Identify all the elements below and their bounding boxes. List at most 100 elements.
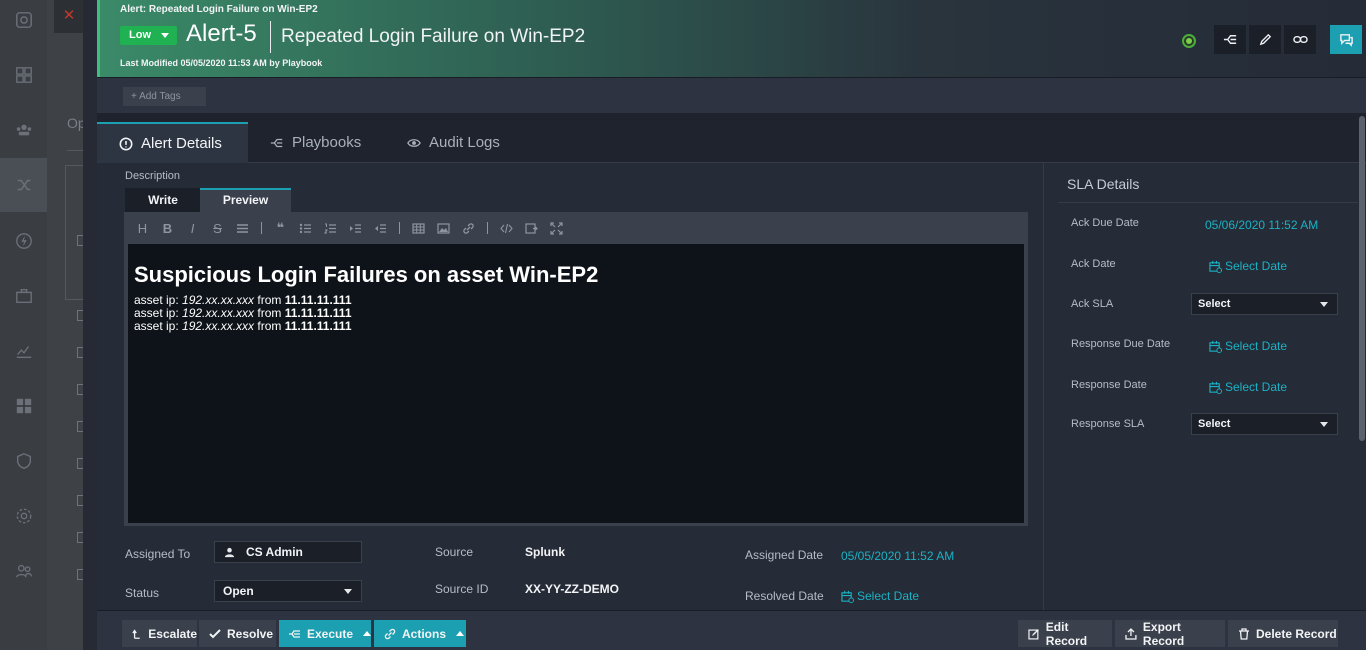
export-record-button[interactable]: Export Record xyxy=(1115,620,1225,648)
status-dropdown[interactable]: Open xyxy=(214,580,362,602)
heading-icon[interactable]: H xyxy=(130,218,155,238)
dashboard-icon xyxy=(14,65,33,84)
link-icon xyxy=(384,628,396,639)
pencil-icon xyxy=(1259,33,1271,46)
assigned-date-value[interactable]: 05/05/2020 11:52 AM xyxy=(841,549,954,563)
description-line: asset ip: 192.xx.xx.xxx from 11.11.11.11… xyxy=(134,319,352,333)
outdent-icon[interactable] xyxy=(368,218,393,238)
ack-due-date-label: Ack Due Date xyxy=(1071,217,1139,229)
actions-button[interactable]: Actions xyxy=(374,620,466,647)
response-date-picker[interactable]: Select Date xyxy=(1209,380,1287,394)
widgets-icon xyxy=(14,396,33,415)
response-sla-label: Response SLA xyxy=(1071,418,1145,430)
response-due-date-picker[interactable]: Select Date xyxy=(1209,339,1287,353)
tab-label: Playbooks xyxy=(292,134,362,151)
table-icon[interactable] xyxy=(406,218,431,238)
image-icon[interactable] xyxy=(431,218,456,238)
italic-icon[interactable]: I xyxy=(180,218,205,238)
scrollbar[interactable] xyxy=(1359,116,1365,441)
tab-alert-details[interactable]: Alert Details xyxy=(97,122,248,163)
sla-title: SLA Details xyxy=(1058,163,1358,203)
calendar-icon xyxy=(841,590,854,603)
trash-icon xyxy=(1239,627,1249,640)
calendar-icon xyxy=(1209,381,1222,394)
description-preview: Suspicious Login Failures on asset Win-E… xyxy=(128,244,1024,523)
fullscreen-icon[interactable] xyxy=(544,218,569,238)
ack-date-picker[interactable]: Select Date xyxy=(1209,259,1287,273)
ack-date-label: Ack Date xyxy=(1071,258,1116,270)
gear-icon xyxy=(14,506,33,525)
tab-label: Alert Details xyxy=(141,135,222,152)
eye-icon xyxy=(407,138,421,147)
logo-icon xyxy=(14,10,33,29)
briefcase-icon xyxy=(14,286,33,305)
write-tab[interactable]: Write xyxy=(125,188,201,212)
sla-details-panel: SLA Details Ack Due Date 05/06/2020 11:5… xyxy=(1043,163,1360,610)
severity-dropdown[interactable]: Low xyxy=(120,26,177,45)
add-tags-button[interactable]: + Add Tags xyxy=(123,87,206,106)
delete-record-button[interactable]: Delete Record xyxy=(1228,620,1338,647)
playbook-button[interactable] xyxy=(1214,25,1246,54)
quote-icon[interactable]: ❝ xyxy=(268,218,293,238)
source-value: Splunk xyxy=(525,545,566,559)
bullet-list-icon[interactable] xyxy=(293,218,318,238)
edit-icon xyxy=(1028,628,1039,640)
source-id-label: Source ID xyxy=(435,582,489,596)
resolved-date-label: Resolved Date xyxy=(745,589,824,603)
collaboration-button[interactable] xyxy=(1330,25,1362,54)
tab-playbooks[interactable]: Playbooks xyxy=(248,122,385,163)
code-icon[interactable] xyxy=(494,218,519,238)
users-icon xyxy=(14,561,33,580)
alert-details-pane: Description Write Preview H B I S ❝ Susp… xyxy=(97,163,1042,610)
last-modified: Last Modified 05/05/2020 11:53 AM by Pla… xyxy=(120,58,323,68)
edit-record-button[interactable]: Edit Record xyxy=(1018,620,1112,648)
tab-bar: Alert Details Playbooks Audit Logs xyxy=(97,113,1366,163)
playbook-icon xyxy=(1223,35,1236,44)
numbered-list-icon[interactable] xyxy=(318,218,343,238)
resolved-date-picker[interactable]: Select Date xyxy=(841,589,919,603)
alert-detail-modal: Alert: Repeated Login Failure on Win-EP2… xyxy=(83,0,1366,650)
chevron-down-icon xyxy=(344,589,352,594)
action-footer: Escalate Resolve Execute Actions Edit Re… xyxy=(97,610,1366,650)
response-sla-dropdown[interactable]: Select xyxy=(1191,413,1338,435)
people-icon xyxy=(14,120,33,139)
ack-sla-dropdown[interactable]: Select xyxy=(1191,293,1338,315)
chart-icon xyxy=(14,341,33,360)
indent-icon[interactable] xyxy=(343,218,368,238)
assigned-to-field[interactable]: CS Admin xyxy=(214,541,362,563)
calendar-icon xyxy=(1209,260,1222,273)
response-date-label: Response Date xyxy=(1071,379,1147,391)
chevron-up-icon xyxy=(456,631,465,636)
user-icon xyxy=(224,547,235,558)
playbook-icon xyxy=(289,629,300,638)
chevron-down-icon xyxy=(161,33,169,38)
editor-toolbar: H B I S ❝ xyxy=(130,218,569,238)
chat-icon xyxy=(1339,34,1353,47)
description-editor: H B I S ❝ Suspicious Login Failures on a… xyxy=(124,212,1028,526)
page-title[interactable]: Repeated Login Failure on Win-EP2 xyxy=(281,26,585,48)
close-icon[interactable]: ✕ xyxy=(54,0,84,33)
check-icon xyxy=(209,628,221,638)
horizontal-rule-icon[interactable] xyxy=(230,218,255,238)
tab-audit-logs[interactable]: Audit Logs xyxy=(385,122,523,163)
description-label: Description xyxy=(125,170,181,182)
ack-sla-label: Ack SLA xyxy=(1071,298,1114,310)
chevron-up-icon xyxy=(363,631,371,636)
execute-button[interactable]: Execute xyxy=(279,620,371,647)
escalate-button[interactable]: Escalate xyxy=(122,620,197,647)
source-id-value: XX-YY-ZZ-DEMO xyxy=(525,582,620,596)
resolve-button[interactable]: Resolve xyxy=(199,620,276,647)
status-label: Status xyxy=(125,586,160,600)
preview-tab[interactable]: Preview xyxy=(200,188,291,212)
edit-button[interactable] xyxy=(1249,25,1281,54)
preview-icon[interactable] xyxy=(519,218,544,238)
link-button[interactable] xyxy=(1284,25,1316,54)
background-nav-rail xyxy=(0,0,47,650)
chevron-down-icon xyxy=(1320,422,1328,427)
alert-id: Alert-5 xyxy=(186,20,257,47)
assigned-to-label: Assigned To xyxy=(125,547,191,561)
strikethrough-icon[interactable]: S xyxy=(205,218,230,238)
link-icon[interactable] xyxy=(456,218,481,238)
bold-icon[interactable]: B xyxy=(155,218,180,238)
shuffle-icon xyxy=(0,158,47,212)
